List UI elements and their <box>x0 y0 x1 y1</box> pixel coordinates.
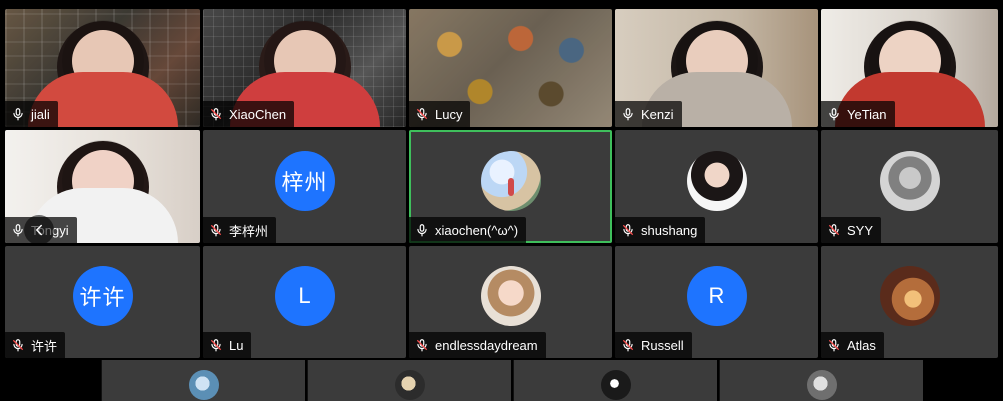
partial-avatar <box>188 370 219 400</box>
participant-name: xiaochen(^ω^) <box>435 222 519 238</box>
partial-avatar <box>806 370 837 400</box>
participant-avatar <box>480 266 541 326</box>
participant-avatar: 梓州 <box>274 150 335 211</box>
participant-tile-lu[interactable]: L Lu <box>203 246 406 358</box>
mic-icon <box>417 224 427 237</box>
mic-muted-icon <box>828 339 840 352</box>
avatar-text: 梓州 <box>281 169 328 195</box>
participant-namebar: Atlas <box>821 332 884 358</box>
participant-avatar: L <box>274 266 335 326</box>
participant-tile-syy[interactable]: SYY <box>821 130 998 243</box>
mic-muted-icon <box>622 224 634 237</box>
participant-avatar: R <box>686 266 747 326</box>
mic-muted-icon <box>622 339 634 352</box>
mic-icon <box>623 108 633 121</box>
partial-tile-1[interactable] <box>101 360 305 401</box>
mic-icon <box>13 108 23 121</box>
participant-namebar: XiaoChen <box>203 101 295 127</box>
participant-name: Russell <box>641 337 684 353</box>
mic-muted-icon <box>210 108 222 121</box>
partial-avatar <box>600 370 631 400</box>
participant-name: endlessdaydream <box>435 337 538 353</box>
mic-muted-icon <box>416 108 428 121</box>
chevron-left-icon <box>36 224 42 236</box>
mic-muted-icon <box>12 339 24 352</box>
participant-tile-yetian[interactable]: YeTian <box>821 9 998 127</box>
participant-tile-shushang[interactable]: shushang <box>615 130 818 243</box>
participant-name: jiali <box>31 106 50 122</box>
participant-avatar <box>686 150 747 211</box>
avatar-text: 许许 <box>79 285 126 310</box>
participant-namebar: jiali <box>5 101 58 127</box>
participant-tile-xiaochen-avatar[interactable]: xiaochen(^ω^) <box>409 130 612 243</box>
participant-namebar: Kenzi <box>615 101 682 127</box>
partial-tile-4[interactable] <box>719 360 923 401</box>
participant-namebar: xiaochen(^ω^) <box>409 217 527 243</box>
mic-icon <box>829 108 839 121</box>
participant-namebar: shushang <box>615 217 706 243</box>
participant-namebar: YeTian <box>821 101 895 127</box>
participant-name: shushang <box>641 222 698 238</box>
mic-muted-icon <box>210 224 222 237</box>
participant-tile-li-zizhou[interactable]: 梓州 李梓州 <box>203 130 406 243</box>
participant-tile-kenzi[interactable]: Kenzi <box>615 9 818 127</box>
participant-name: Atlas <box>847 337 876 353</box>
participant-tile-endlessdaydream[interactable]: endlessdaydream <box>409 246 612 358</box>
mic-muted-icon <box>416 339 428 352</box>
participant-avatar <box>480 150 541 211</box>
mic-icon <box>13 224 23 237</box>
participant-name: YeTian <box>847 106 887 122</box>
participant-namebar: 李梓州 <box>203 217 277 243</box>
back-button[interactable] <box>24 215 54 245</box>
participant-avatar: 许许 <box>72 266 133 326</box>
participant-tile-russell[interactable]: R Russell <box>615 246 818 358</box>
participant-tile-lucy[interactable]: Lucy <box>409 9 612 127</box>
avatar-text: L <box>298 283 311 308</box>
avatar-text: R <box>708 283 725 308</box>
avatar-figure <box>507 177 514 196</box>
participant-tile-xiaochen[interactable]: XiaoChen <box>203 9 406 127</box>
participant-name: XiaoChen <box>229 106 287 122</box>
participant-namebar: endlessdaydream <box>409 332 546 358</box>
participant-namebar: Lu <box>203 332 252 358</box>
participant-tile-jiali[interactable]: jiali <box>5 9 200 127</box>
participant-tile-xuxu[interactable]: 许许 许许 <box>5 246 200 358</box>
mic-muted-icon <box>210 339 222 352</box>
participant-namebar: Russell <box>615 332 692 358</box>
participant-tile-atlas[interactable]: Atlas <box>821 246 998 358</box>
participant-name: Lu <box>229 337 244 353</box>
participant-name: 许许 <box>31 338 58 354</box>
mic-muted-icon <box>828 224 840 237</box>
participant-name: SYY <box>847 222 874 238</box>
participant-namebar: Lucy <box>409 101 471 127</box>
participant-name: Lucy <box>435 106 463 122</box>
partial-tile-3[interactable] <box>513 360 717 401</box>
partial-tile-2[interactable] <box>307 360 511 401</box>
video-gallery: jiali XiaoChen Lucy Kenzi YeTian 梓州 李梓州 … <box>0 0 1003 401</box>
participant-namebar: SYY <box>821 217 882 243</box>
participant-name: 李梓州 <box>229 223 269 239</box>
participant-avatar <box>879 266 940 326</box>
participant-name: Kenzi <box>641 106 674 122</box>
participant-namebar: 许许 <box>5 332 66 358</box>
participant-avatar <box>879 150 940 211</box>
partial-avatar <box>394 370 425 400</box>
